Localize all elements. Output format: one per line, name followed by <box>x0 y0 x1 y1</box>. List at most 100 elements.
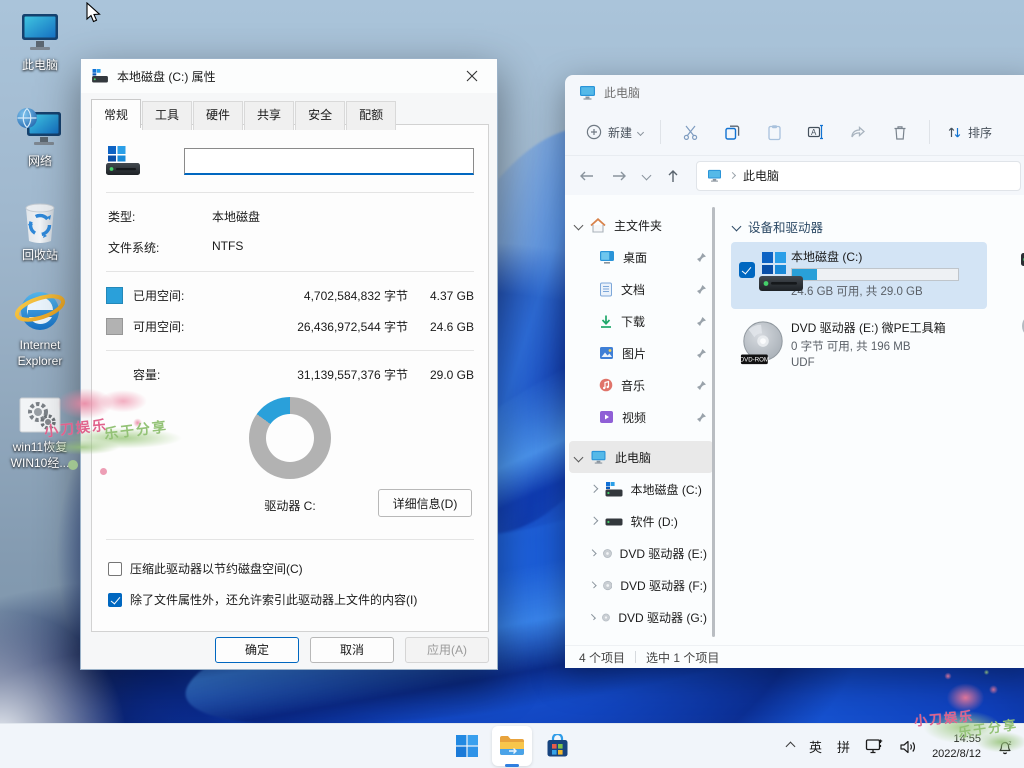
desktop-folder-icon <box>599 250 615 264</box>
tab-security[interactable]: 安全 <box>295 101 345 130</box>
dialog-tabs: 常规 工具 硬件 共享 安全 配额 <box>81 101 497 130</box>
pin-icon <box>696 316 707 327</box>
index-checkbox[interactable] <box>108 593 122 607</box>
tab-tools[interactable]: 工具 <box>142 101 192 130</box>
breadcrumb[interactable]: 此电脑 <box>696 161 1021 191</box>
forward-icon[interactable] <box>611 170 627 182</box>
desktop-icon-internet-explorer[interactable]: InternetExplorer <box>0 286 80 369</box>
this-pc-small-icon <box>590 450 607 464</box>
desktop-icon-win11-restore[interactable]: win11恢复WIN10经... <box>0 388 80 471</box>
desktop-icon-this-pc[interactable]: 此电脑 <box>0 6 80 73</box>
drive-tile-e[interactable]: DVD-ROM DVD 驱动器 (E:) 微PE工具箱 0 字节 可用, 共 1… <box>731 313 987 380</box>
close-button[interactable] <box>457 63 487 89</box>
cancel-button[interactable]: 取消 <box>310 637 394 663</box>
desktop-icon-label: win11恢复 <box>13 440 67 454</box>
dvd-drive-icon: DVD-ROM <box>739 319 787 367</box>
volume-label-input[interactable] <box>184 148 474 175</box>
breadcrumb-item[interactable]: 此电脑 <box>743 167 779 184</box>
up-icon[interactable] <box>666 169 680 183</box>
drive-c-small-icon <box>91 69 109 83</box>
explorer-titlebar[interactable]: 此电脑 <box>565 75 1024 109</box>
dvd-rom-badge: DVD-ROM <box>740 356 769 363</box>
collapse-icon[interactable] <box>590 485 598 493</box>
paste-button[interactable] <box>753 115 795 149</box>
properties-dialog: 本地磁盘 (C:) 属性 常规 工具 硬件 共享 安全 配额 类型:本地磁盘 文… <box>80 58 498 670</box>
nav-pictures[interactable]: 图片 <box>569 337 713 369</box>
nav-dvd-f[interactable]: DVD 驱动器 (F:) <box>569 569 713 601</box>
pin-icon <box>696 252 707 263</box>
sort-button[interactable]: 排序 <box>938 117 1001 148</box>
svg-text:z: z <box>1009 741 1012 747</box>
tab-hardware[interactable]: 硬件 <box>193 101 243 130</box>
section-header-devices[interactable]: 设备和驱动器 <box>733 217 1024 236</box>
nav-drive-d[interactable]: 软件 (D:) <box>569 505 713 537</box>
nav-dvd-e[interactable]: DVD 驱动器 (E:) <box>569 537 713 569</box>
back-icon[interactable] <box>579 170 595 182</box>
details-button[interactable]: 详细信息(D) <box>378 489 472 517</box>
nav-scrollbar[interactable] <box>712 207 715 637</box>
rename-button[interactable]: A <box>795 115 837 149</box>
toolbar-divider <box>929 120 930 144</box>
this-pc-small-icon <box>707 169 722 182</box>
capacity-label: 容量: <box>133 366 248 383</box>
tab-sharing[interactable]: 共享 <box>244 101 294 130</box>
nav-music[interactable]: 音乐 <box>569 369 713 401</box>
mouse-cursor <box>86 2 102 24</box>
desktop-icon-label: 回收站 <box>22 248 58 262</box>
trash-icon <box>892 124 908 141</box>
section-chevron-icon <box>732 222 742 232</box>
nav-desktop[interactable]: 桌面 <box>569 241 713 273</box>
folder-icon <box>499 735 525 757</box>
ime-language-indicator[interactable]: 英 <box>809 737 822 756</box>
tab-quota[interactable]: 配额 <box>346 101 396 130</box>
history-chevron-icon[interactable] <box>642 171 652 181</box>
expand-icon[interactable] <box>574 452 584 462</box>
tab-general[interactable]: 常规 <box>91 99 141 128</box>
apply-button[interactable]: 应用(A) <box>405 637 489 663</box>
filesystem-label: 文件系统: <box>108 239 212 256</box>
new-button[interactable]: 新建 <box>577 117 652 148</box>
start-button[interactable] <box>447 726 487 766</box>
sort-button-label: 排序 <box>968 124 992 141</box>
collapse-icon[interactable] <box>590 550 596 556</box>
expand-icon[interactable] <box>574 220 584 230</box>
selected-checkbox[interactable] <box>739 262 755 278</box>
windows-logo-icon <box>455 734 479 758</box>
copy-icon <box>724 124 741 141</box>
network-icon[interactable] <box>865 738 884 755</box>
nav-label: 下载 <box>621 313 645 330</box>
ime-mode-indicator[interactable]: 拼 <box>837 737 850 756</box>
drive-tile-c[interactable]: 本地磁盘 (C:) 24.6 GB 可用, 共 29.0 GB <box>731 242 987 309</box>
nav-dvd-g[interactable]: DVD 驱动器 (G:) <box>569 601 713 633</box>
microsoft-store-taskbar-button[interactable] <box>537 726 577 766</box>
taskbar-clock[interactable]: 14:55 2022/8/12 <box>932 732 981 762</box>
collapse-icon[interactable] <box>590 517 598 525</box>
desktop-icon-label: 网络 <box>28 154 52 168</box>
nav-this-pc[interactable]: 此电脑 <box>569 441 713 473</box>
nav-home[interactable]: 主文件夹 <box>569 209 713 241</box>
free-space-bytes: 26,436,972,544 字节 <box>248 318 408 335</box>
desktop-icon-recycle-bin[interactable]: 回收站 <box>0 196 80 263</box>
nav-downloads[interactable]: 下载 <box>569 305 713 337</box>
nav-videos[interactable]: 视频 <box>569 401 713 433</box>
share-button[interactable] <box>837 115 879 149</box>
volume-icon[interactable] <box>899 739 917 755</box>
cut-button[interactable] <box>669 115 711 149</box>
nav-documents[interactable]: 文档 <box>569 273 713 305</box>
home-icon <box>590 218 606 233</box>
collapse-icon[interactable] <box>590 614 596 620</box>
dialog-titlebar[interactable]: 本地磁盘 (C:) 属性 <box>81 59 497 93</box>
delete-button[interactable] <box>879 115 921 149</box>
copy-button[interactable] <box>711 115 753 149</box>
desktop-icon-network[interactable]: 网络 <box>0 102 80 169</box>
store-icon <box>545 734 570 759</box>
ok-button[interactable]: 确定 <box>215 637 299 663</box>
tray-chevron-up-icon[interactable] <box>786 742 796 752</box>
compress-checkbox[interactable] <box>108 562 122 576</box>
file-explorer-taskbar-button[interactable] <box>492 726 532 766</box>
collapse-icon[interactable] <box>590 582 597 589</box>
drive-c-icon <box>757 248 805 296</box>
notification-bell-icon[interactable]: z <box>996 738 1014 756</box>
dialog-title: 本地磁盘 (C:) 属性 <box>117 68 216 85</box>
nav-drive-c[interactable]: 本地磁盘 (C:) <box>569 473 713 505</box>
